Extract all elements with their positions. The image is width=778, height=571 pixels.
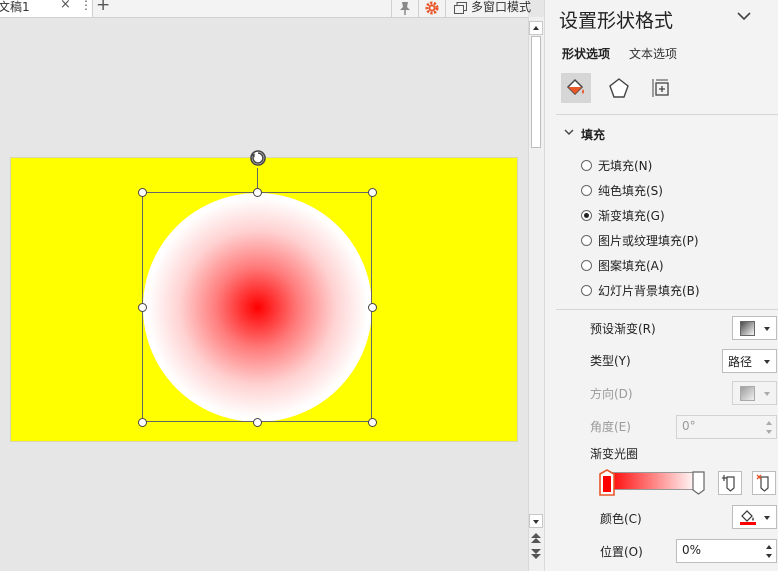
add-stop-icon <box>722 475 735 492</box>
radio-pattern-fill[interactable] <box>581 260 592 271</box>
radio-no-fill[interactable] <box>581 160 592 171</box>
direction-swatch-icon <box>740 386 755 401</box>
rotate-icon[interactable] <box>248 148 268 168</box>
chevron-down-icon[interactable] <box>563 127 575 137</box>
radio-picture-texture-fill[interactable] <box>581 235 592 246</box>
type-label: 类型(Y) <box>590 354 631 368</box>
size-properties-tab[interactable] <box>646 73 676 103</box>
gradient-stop-handle-end[interactable] <box>692 471 705 495</box>
spin-down-icon[interactable] <box>766 554 772 558</box>
resize-handle-top[interactable] <box>253 188 262 197</box>
gradient-stops-bar[interactable] <box>606 472 698 490</box>
multi-window-icon <box>454 2 467 14</box>
remove-gradient-stop-button[interactable] <box>752 471 776 495</box>
resize-handle-right[interactable] <box>368 303 377 312</box>
position-spinner[interactable]: 0% <box>676 539 777 563</box>
scroll-up-button[interactable] <box>529 21 543 35</box>
radio-label-gradient-fill[interactable]: 渐变填充(G) <box>598 207 665 224</box>
document-tab-bar: 文稿1 × ⋮ + 多窗口模式 <box>0 0 532 18</box>
radio-label-pattern-fill[interactable]: 图案填充(A) <box>598 257 664 274</box>
divider <box>556 309 778 310</box>
selection-box <box>142 192 372 422</box>
position-label: 位置(O) <box>600 545 643 559</box>
remove-stop-icon <box>756 474 769 492</box>
settings-tool-button[interactable] <box>418 0 445 17</box>
document-tab-label: 文稿1 <box>0 0 30 14</box>
multi-window-mode-button[interactable]: 多窗口模式 <box>445 0 532 17</box>
close-tab-icon[interactable]: × <box>60 0 71 12</box>
paint-bucket-icon <box>566 78 584 96</box>
chevron-down-icon[interactable] <box>736 10 752 22</box>
caret-down-icon <box>764 392 770 396</box>
caret-down-icon <box>764 516 770 520</box>
add-gradient-stop-button[interactable] <box>718 471 742 495</box>
previous-slide-icon[interactable] <box>530 532 542 544</box>
color-picker-dropdown[interactable] <box>732 505 777 529</box>
resize-handle-bottom-left[interactable] <box>138 418 147 427</box>
direction-label: 方向(D) <box>590 387 633 401</box>
radio-slide-background-fill[interactable] <box>581 285 592 296</box>
tab-shape-options[interactable]: 形状选项 <box>562 45 610 62</box>
multi-window-mode-label: 多窗口模式 <box>471 0 532 14</box>
pane-title: 设置形状格式 <box>559 10 674 32</box>
pin-tool-button[interactable] <box>391 0 418 17</box>
resize-handle-bottom-right[interactable] <box>368 418 377 427</box>
pin-icon <box>400 2 410 15</box>
type-dropdown[interactable]: 路径 <box>722 349 777 373</box>
scrollbar-thumb[interactable] <box>531 36 541 148</box>
gradient-swatch-icon <box>740 321 755 336</box>
spin-up-icon[interactable] <box>766 421 772 425</box>
caret-down-icon <box>764 360 770 364</box>
angle-spinner[interactable]: 0° <box>676 415 777 439</box>
paint-bucket-icon <box>740 510 756 525</box>
add-tab-icon[interactable]: + <box>96 0 110 15</box>
type-value: 路径 <box>728 355 753 369</box>
spin-up-icon[interactable] <box>766 545 772 549</box>
section-fill-title[interactable]: 填充 <box>581 126 605 143</box>
color-label: 颜色(C) <box>600 512 642 526</box>
pentagon-icon <box>609 78 629 98</box>
gradient-stops-label: 渐变光圈 <box>590 447 639 461</box>
size-properties-icon <box>652 79 669 97</box>
angle-label: 角度(E) <box>590 420 631 434</box>
radio-label-picture-texture-fill[interactable]: 图片或纹理填充(P) <box>598 232 699 249</box>
resize-handle-top-left[interactable] <box>138 188 147 197</box>
chevron-up-icon <box>533 26 539 30</box>
preset-gradient-dropdown[interactable] <box>732 316 777 340</box>
caret-down-icon <box>764 327 770 331</box>
radio-label-solid-fill[interactable]: 纯色填充(S) <box>598 182 663 199</box>
tab-more-icon[interactable]: ⋮ <box>80 0 92 12</box>
position-value[interactable]: 0% <box>682 543 701 557</box>
scroll-down-button[interactable] <box>529 514 543 528</box>
gradient-stop-handle-start[interactable] <box>599 469 615 496</box>
tab-text-options[interactable]: 文本选项 <box>629 45 677 62</box>
direction-dropdown[interactable] <box>732 381 777 405</box>
chevron-down-icon <box>533 520 539 524</box>
spin-down-icon[interactable] <box>766 430 772 434</box>
divider <box>556 114 778 115</box>
resize-handle-bottom[interactable] <box>253 418 262 427</box>
resize-handle-left[interactable] <box>138 303 147 312</box>
document-tab[interactable]: 文稿1 × ⋮ <box>0 0 93 17</box>
fill-line-tab[interactable] <box>561 73 591 103</box>
resize-handle-top-right[interactable] <box>368 188 377 197</box>
next-slide-icon[interactable] <box>530 548 542 560</box>
preset-gradient-label: 预设渐变(R) <box>590 322 656 336</box>
effects-tab[interactable] <box>604 73 634 103</box>
radio-solid-fill[interactable] <box>581 185 592 196</box>
angle-value: 0° <box>682 419 696 433</box>
radio-gradient-fill[interactable] <box>581 210 592 221</box>
radio-label-no-fill[interactable]: 无填充(N) <box>598 157 652 174</box>
gear-icon <box>425 1 439 15</box>
radio-label-slide-background-fill[interactable]: 幻灯片背景填充(B) <box>598 282 700 299</box>
